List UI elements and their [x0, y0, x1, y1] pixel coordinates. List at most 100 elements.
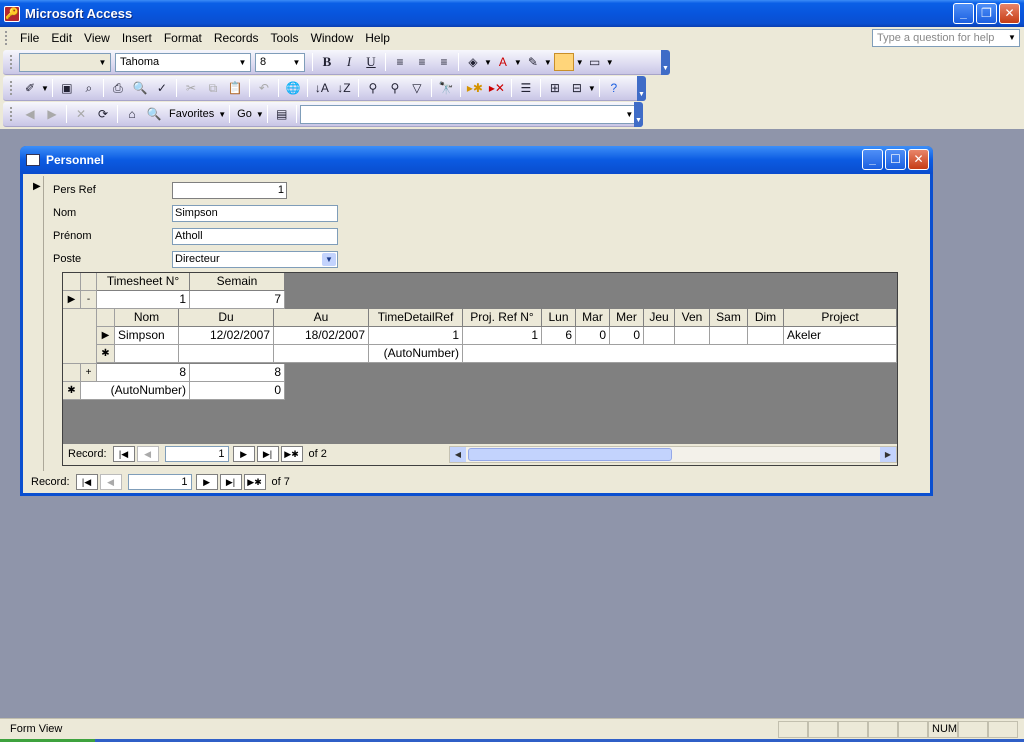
align-center-icon[interactable]: ≡ — [411, 51, 433, 73]
align-left-icon[interactable]: ≡ — [389, 51, 411, 73]
detail-dim-cell[interactable] — [748, 327, 784, 345]
detail-timedetailref-cell[interactable]: 1 — [369, 327, 463, 345]
timesheet-new-cell[interactable]: (AutoNumber) — [81, 382, 190, 400]
detail-du-header[interactable]: Du — [179, 309, 274, 327]
detail-ven-cell[interactable] — [675, 327, 710, 345]
detail-nom-header[interactable]: Nom — [115, 309, 179, 327]
last-record-icon[interactable]: ▶| — [256, 446, 279, 462]
timesheet-cell[interactable]: 8 — [97, 364, 190, 382]
semain-new-cell[interactable]: 0 — [190, 382, 285, 400]
semain-cell[interactable]: 8 — [190, 364, 285, 382]
detail-du-cell[interactable]: 12/02/2007 — [179, 327, 274, 345]
chevron-down-icon[interactable]: ▼ — [41, 84, 49, 93]
chevron-down-icon[interactable]: ▼ — [588, 84, 596, 93]
border-icon[interactable] — [553, 53, 574, 71]
detail-au-header[interactable]: Au — [274, 309, 369, 327]
semain-header[interactable]: Semain — [190, 273, 285, 291]
detail-new-row-selector[interactable]: ✱ — [97, 345, 115, 363]
sort-descending-icon[interactable]: ↓Z — [333, 77, 355, 99]
previous-record-icon[interactable]: ◀ — [136, 446, 159, 462]
chevron-down-icon[interactable]: ▼ — [236, 55, 249, 70]
detail-nom-cell[interactable]: Simpson — [115, 327, 179, 345]
menu-insert[interactable]: Insert — [116, 27, 158, 49]
detail-mar-header[interactable]: Mar — [576, 309, 610, 327]
chevron-down-icon[interactable]: ▼ — [96, 55, 109, 70]
timesheet-cell[interactable]: 1 — [97, 291, 190, 309]
home-icon[interactable]: ⌂ — [121, 103, 143, 125]
form-maximize-button[interactable]: ☐ — [885, 149, 906, 170]
address-combo[interactable]: ▼ — [299, 104, 638, 124]
detail-projref-header[interactable]: Proj. Ref N° — [463, 309, 542, 327]
copy-icon[interactable]: ⧉ — [202, 77, 224, 99]
menu-tools[interactable]: Tools — [265, 27, 305, 49]
form-icon[interactable] — [26, 154, 40, 166]
font-size-combo[interactable]: 8 ▼ — [255, 52, 305, 72]
line-width-icon[interactable]: ▭ — [584, 51, 606, 73]
new-object-icon[interactable]: ⊟ — [566, 77, 588, 99]
record-selector[interactable]: ▶ — [29, 176, 44, 471]
subform-record-number-input[interactable]: 1 — [164, 446, 229, 462]
app-title-bar[interactable]: 🔑 Microsoft Access _ ❐ ✕ — [0, 0, 1024, 27]
next-record-icon[interactable]: ▶ — [195, 474, 218, 490]
pers-ref-field[interactable]: 1 — [172, 182, 287, 199]
chevron-down-icon[interactable]: ▼ — [544, 58, 552, 67]
nom-field[interactable]: Simpson — [172, 205, 338, 222]
detail-jeu-cell[interactable] — [644, 327, 675, 345]
row-selector[interactable] — [63, 364, 81, 382]
database-window-icon[interactable]: ⊞ — [544, 77, 566, 99]
hyperlink-icon[interactable]: 🌐 — [282, 77, 304, 99]
detail-sam-header[interactable]: Sam — [710, 309, 748, 327]
new-record-icon[interactable]: ▸✱ — [464, 77, 486, 99]
timesheet-header[interactable]: Timesheet N° — [97, 273, 190, 291]
italic-icon[interactable]: I — [338, 51, 360, 73]
properties-icon[interactable]: ☰ — [515, 77, 537, 99]
refresh-icon[interactable]: ⟳ — [92, 103, 114, 125]
filter-by-form-icon[interactable]: ⚲ — [384, 77, 406, 99]
scroll-thumb[interactable] — [468, 448, 672, 461]
detail-lun-header[interactable]: Lun — [542, 309, 576, 327]
form-minimize-button[interactable]: _ — [862, 149, 883, 170]
forward-icon[interactable]: ▶ — [41, 103, 63, 125]
find-icon[interactable]: 🔭 — [435, 77, 457, 99]
chevron-down-icon[interactable]: ▼ — [606, 58, 614, 67]
show-only-web-toolbar-icon[interactable]: ▤ — [271, 103, 293, 125]
poste-combo[interactable]: Directeur ▼ — [172, 251, 338, 268]
cut-icon[interactable]: ✂ — [180, 77, 202, 99]
detail-row-selector[interactable]: ▶ — [97, 327, 115, 345]
form-close-button[interactable]: ✕ — [908, 149, 929, 170]
detail-timedetailref-header[interactable]: TimeDetailRef — [369, 309, 463, 327]
detail-project-cell[interactable]: Akeler — [784, 327, 897, 345]
expand-icon[interactable]: + — [81, 364, 97, 382]
detail-ven-header[interactable]: Ven — [675, 309, 710, 327]
chevron-down-icon[interactable]: ▼ — [322, 253, 336, 266]
object-combo[interactable]: ▼ — [19, 52, 111, 72]
menu-format[interactable]: Format — [158, 27, 208, 49]
bold-icon[interactable]: B — [316, 51, 338, 73]
sort-ascending-icon[interactable]: ↓A — [311, 77, 333, 99]
menu-edit[interactable]: Edit — [45, 27, 78, 49]
new-row-selector[interactable]: ✱ — [63, 382, 81, 400]
form-title-bar[interactable]: Personnel _ ☐ ✕ — [20, 146, 933, 174]
chevron-down-icon[interactable]: ▼ — [256, 110, 264, 119]
apply-filter-icon[interactable]: ▽ — [406, 77, 428, 99]
new-record-nav-icon[interactable]: ▶✱ — [243, 474, 266, 490]
chevron-down-icon[interactable]: ▼ — [514, 58, 522, 67]
semain-cell[interactable]: 7 — [190, 291, 285, 309]
menu-grip[interactable] — [5, 31, 8, 45]
go-menu[interactable]: Go — [233, 108, 256, 120]
chevron-down-icon[interactable]: ▼ — [484, 58, 492, 67]
detail-mer-header[interactable]: Mer — [610, 309, 644, 327]
toolbar-options-icon[interactable]: ▼ — [637, 76, 646, 101]
detail-mar-cell[interactable]: 0 — [576, 327, 610, 345]
first-record-icon[interactable]: |◀ — [112, 446, 135, 462]
line-color-icon[interactable]: ✎ — [522, 51, 544, 73]
detail-project-header[interactable]: Project — [784, 309, 897, 327]
detail-new-du-cell[interactable] — [179, 345, 274, 363]
underline-icon[interactable]: U — [360, 51, 382, 73]
filter-by-selection-icon[interactable]: ⚲ — [362, 77, 384, 99]
fill-color-icon[interactable]: ◈ — [462, 51, 484, 73]
print-icon[interactable]: ⎙ — [107, 77, 129, 99]
font-color-icon[interactable]: A — [492, 51, 514, 73]
toolbar-grip[interactable] — [10, 81, 13, 95]
detail-au-cell[interactable]: 18/02/2007 — [274, 327, 369, 345]
